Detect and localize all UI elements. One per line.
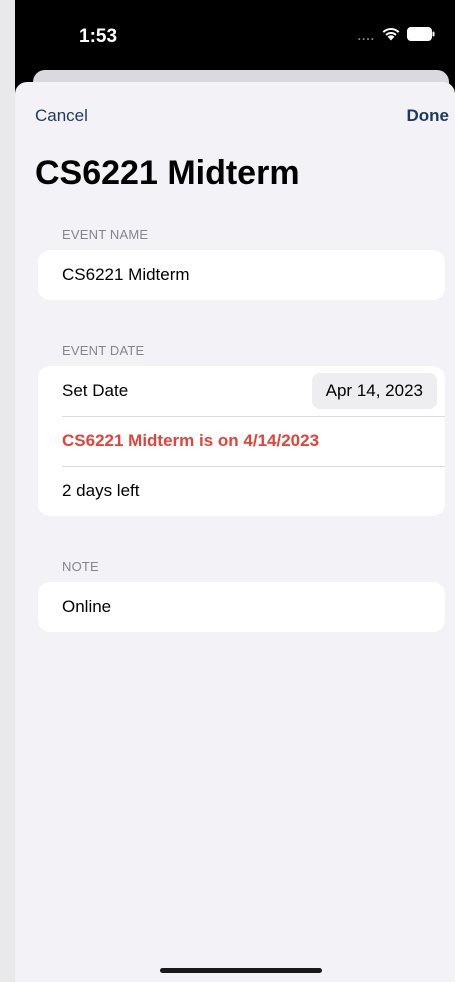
note-field[interactable]: Online [38, 582, 445, 632]
note-value: Online [62, 597, 112, 616]
cellular-signal-icon: .... [357, 29, 375, 43]
note-header: NOTE [62, 559, 99, 574]
status-time: 1:53 [79, 26, 118, 47]
wifi-icon [381, 26, 401, 46]
page-title: CS6221 Midterm [35, 154, 300, 192]
phone-screen: 1:53 .... Cancel Done CS6221 Midterm EVE… [15, 0, 455, 982]
event-name-field[interactable]: CS6221 Midterm [38, 250, 445, 300]
note-card: Online [38, 582, 445, 632]
edit-event-sheet: Cancel Done CS6221 Midterm EVENT NAME CS… [15, 82, 455, 982]
event-name-card: CS6221 Midterm [38, 250, 445, 300]
days-left-row: 2 days left [38, 466, 445, 516]
status-icons: .... [358, 26, 435, 46]
event-date-summary: CS6221 Midterm is on 4/14/2023 [62, 431, 320, 450]
cancel-button[interactable]: Cancel [35, 106, 88, 126]
left-background-strip [0, 0, 15, 982]
event-date-header: EVENT DATE [62, 343, 145, 358]
date-picker-button[interactable]: Apr 14, 2023 [311, 373, 437, 409]
status-bar: 1:53 .... [15, 0, 455, 72]
event-date-card: Set Date Apr 14, 2023 CS6221 Midterm is … [38, 366, 445, 516]
set-date-row: Set Date Apr 14, 2023 [38, 366, 445, 416]
battery-icon [407, 26, 435, 46]
home-indicator[interactable] [160, 968, 322, 973]
event-date-summary-row: CS6221 Midterm is on 4/14/2023 [38, 416, 445, 466]
event-name-header: EVENT NAME [62, 227, 149, 242]
done-button[interactable]: Done [407, 106, 450, 126]
set-date-label: Set Date [62, 381, 129, 400]
event-name-value: CS6221 Midterm [62, 265, 190, 284]
days-left-text: 2 days left [62, 481, 140, 500]
